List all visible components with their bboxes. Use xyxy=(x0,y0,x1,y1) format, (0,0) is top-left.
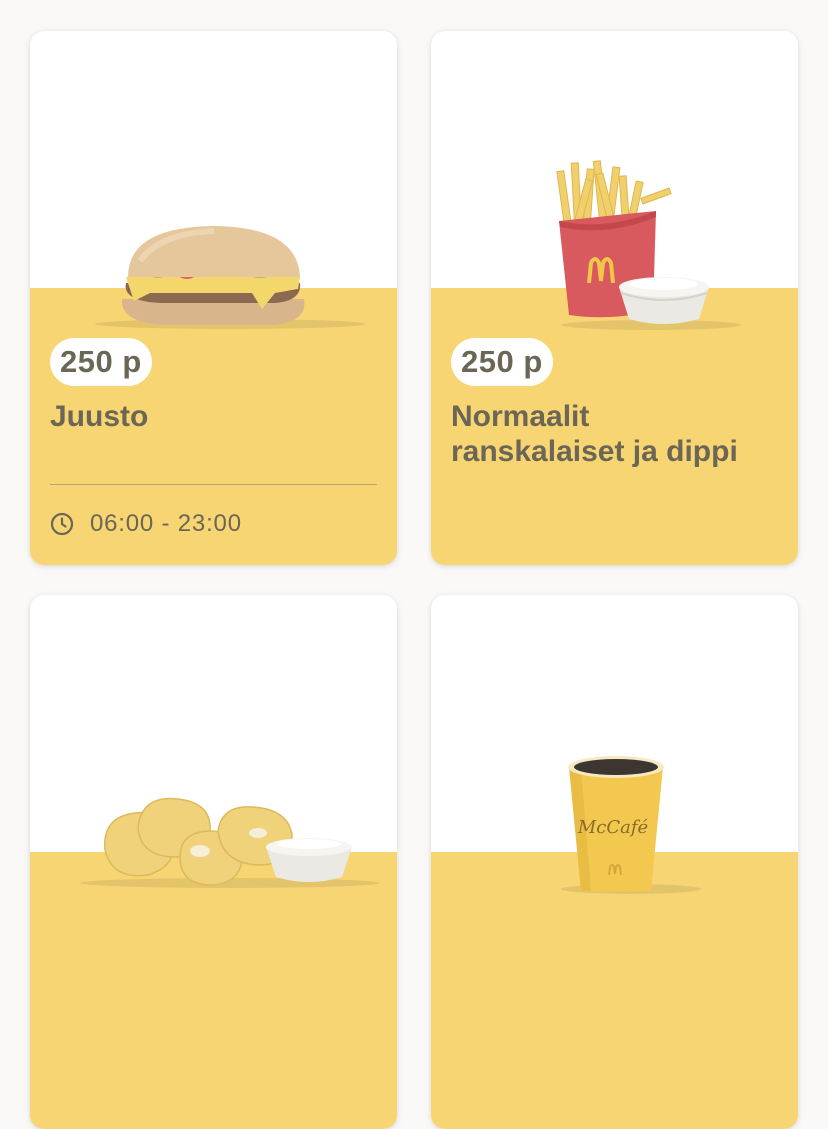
hours-text: 06:00 - 23:00 xyxy=(90,510,242,537)
divider xyxy=(50,484,377,485)
offer-card-fries[interactable]: 250 p Normaalit ranskalaiset ja dippi xyxy=(431,31,798,565)
offer-title: Juusto xyxy=(50,400,149,433)
availability-hours: 06:00 - 23:00 xyxy=(50,509,242,539)
offer-card-juusto[interactable]: 250 p Juusto 06:00 - 23:00 xyxy=(30,31,397,565)
price-badge: 250 p xyxy=(451,338,553,386)
mccafe-coffee-cup-image: McCafé xyxy=(561,756,701,894)
fries-and-dip-image xyxy=(556,160,741,330)
offer-card-coffee[interactable]: McCafé xyxy=(431,595,798,1129)
offer-card-nuggets[interactable] xyxy=(30,595,397,1129)
cheeseburger-image xyxy=(95,226,365,329)
chicken-nuggets-and-dip-image xyxy=(80,797,380,888)
mccafe-logo-text: McCafé xyxy=(577,817,649,838)
price-badge: 250 p xyxy=(50,338,152,386)
clock-icon xyxy=(50,512,74,536)
offer-title: Normaalit ranskalaiset ja dippi xyxy=(451,400,738,468)
